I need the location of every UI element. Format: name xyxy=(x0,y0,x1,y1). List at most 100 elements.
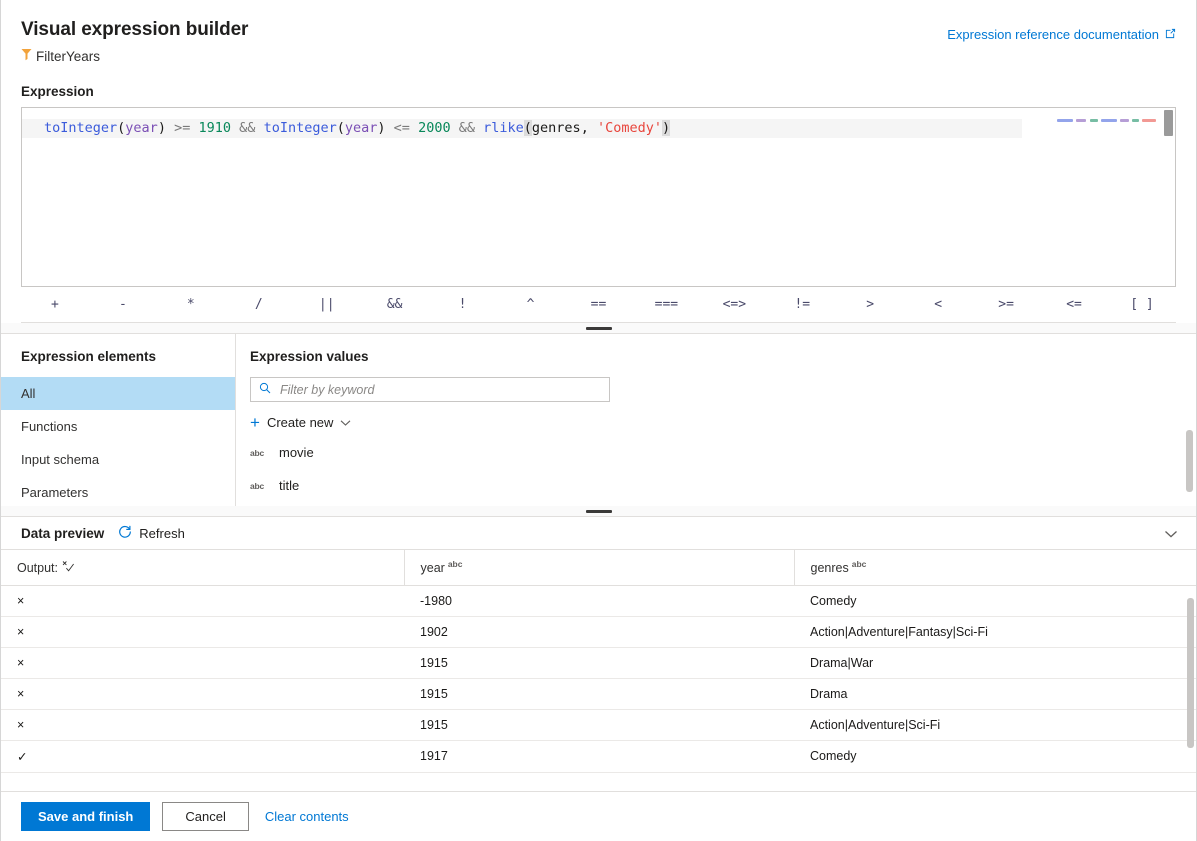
expression-code-line[interactable]: toInteger(year) >= 1910 && toInteger(yea… xyxy=(22,119,1175,138)
expression-element-functions[interactable]: Functions xyxy=(1,410,235,443)
code-token: ) xyxy=(662,120,670,136)
expression-element-input-schema[interactable]: Input schema xyxy=(1,443,235,476)
operator-button[interactable]: <=> xyxy=(700,290,768,320)
refresh-label: Refresh xyxy=(139,526,185,541)
plus-icon: + xyxy=(250,416,260,429)
expression-reference-documentation-link[interactable]: Expression reference documentation xyxy=(947,27,1176,42)
transform-subtitle: FilterYears xyxy=(21,48,1176,64)
operator-button[interactable]: + xyxy=(21,290,89,320)
save-and-finish-button[interactable]: Save and finish xyxy=(21,802,150,831)
collapse-data-preview-chevron-down-icon[interactable] xyxy=(1164,526,1178,544)
table-header-row: Output: yearabcgenresabc xyxy=(1,550,1196,585)
values-scrollbar[interactable] xyxy=(1186,430,1193,492)
cell-year: 1902 xyxy=(404,616,794,647)
expression-editor[interactable]: toInteger(year) >= 1910 && toInteger(yea… xyxy=(21,107,1176,287)
operator-toolbar: +-*/||&&!^=====<=>!=><>=<=[ ] xyxy=(21,287,1176,323)
expression-value-item[interactable]: abctitle xyxy=(236,469,1196,502)
filter-funnel-icon xyxy=(21,48,32,64)
table-column-header[interactable]: genresabc xyxy=(794,550,1196,585)
cell-year: -1980 xyxy=(404,585,794,616)
table-scrollbar[interactable] xyxy=(1187,598,1194,748)
code-token: 1910 xyxy=(199,120,232,136)
expression-values-title: Expression values xyxy=(236,334,1196,377)
column-label: genres xyxy=(811,561,849,575)
column-label: Output: xyxy=(17,561,58,575)
cell-year: 1915 xyxy=(404,678,794,709)
chevron-down-icon xyxy=(340,415,351,430)
operator-button[interactable]: == xyxy=(565,290,633,320)
code-token xyxy=(589,120,597,136)
elements-values-region: Expression elements AllFunctionsInput sc… xyxy=(1,334,1196,506)
operator-button[interactable]: != xyxy=(768,290,836,320)
table-row[interactable]: ×1915Action|Adventure|Sci-Fi xyxy=(1,709,1196,740)
operator-button[interactable]: && xyxy=(361,290,429,320)
operator-button[interactable]: === xyxy=(632,290,700,320)
data-preview-table-wrap: Output:yearabcgenresabc ×-1980Comedy×190… xyxy=(1,550,1196,791)
splitter-grip xyxy=(586,510,612,513)
operator-button[interactable]: < xyxy=(904,290,972,320)
visual-expression-builder-dialog: Visual expression builder FilterYears Ex… xyxy=(0,0,1197,841)
cell-genres: Action|Adventure|Fantasy|Sci-Fi xyxy=(794,616,1196,647)
table-row[interactable]: ×1915Drama xyxy=(1,678,1196,709)
expression-element-parameters[interactable]: Parameters xyxy=(1,476,235,506)
table-row[interactable]: ×1902Action|Adventure|Fantasy|Sci-Fi xyxy=(1,616,1196,647)
value-label: movie xyxy=(279,445,314,460)
expression-elements-title: Expression elements xyxy=(1,334,235,377)
operator-button[interactable]: [ ] xyxy=(1108,290,1176,320)
table-column-header[interactable]: Output: xyxy=(1,550,404,585)
editor-minimap[interactable] xyxy=(1057,116,1157,126)
operator-button[interactable]: > xyxy=(836,290,904,320)
code-token xyxy=(190,120,198,136)
code-token: ( xyxy=(337,120,345,136)
code-token: genres xyxy=(532,120,581,136)
cell-output-mark: × xyxy=(1,585,404,616)
operator-button[interactable]: / xyxy=(225,290,293,320)
value-label: title xyxy=(279,478,299,493)
cancel-button[interactable]: Cancel xyxy=(162,802,248,831)
cell-genres: Comedy xyxy=(794,740,1196,772)
operator-button[interactable]: - xyxy=(89,290,157,320)
table-column-header[interactable]: yearabc xyxy=(404,550,794,585)
value-type-icon: abc xyxy=(250,448,266,458)
expression-values-pane: Expression values + Create new abcmoviea… xyxy=(236,334,1196,506)
code-token: ) xyxy=(158,120,166,136)
table-row[interactable]: ×-1980Comedy xyxy=(1,585,1196,616)
operator-button[interactable]: <= xyxy=(1040,290,1108,320)
code-token xyxy=(475,120,483,136)
clear-contents-link[interactable]: Clear contents xyxy=(265,809,349,824)
operator-button[interactable]: >= xyxy=(972,290,1040,320)
create-new-button[interactable]: + Create new xyxy=(250,415,351,430)
operator-button[interactable]: * xyxy=(157,290,225,320)
refresh-button[interactable]: Refresh xyxy=(118,525,185,542)
external-link-icon xyxy=(1165,27,1176,42)
code-token xyxy=(255,120,263,136)
splitter-expression-elements[interactable] xyxy=(1,323,1196,334)
cell-output-mark: × xyxy=(1,709,404,740)
expression-label: Expression xyxy=(1,84,1196,99)
filter-keyword-box[interactable] xyxy=(250,377,610,402)
code-token xyxy=(231,120,239,136)
create-new-label: Create new xyxy=(267,415,333,430)
splitter-grip xyxy=(586,327,612,330)
cell-genres: Drama xyxy=(794,678,1196,709)
cell-genres: Drama|War xyxy=(794,647,1196,678)
editor-vertical-scrollbar[interactable] xyxy=(1161,108,1175,286)
data-preview-header: Data preview Refresh xyxy=(1,517,1196,550)
operator-button[interactable]: ! xyxy=(429,290,497,320)
code-token xyxy=(386,120,394,136)
editor-scrollbar-thumb[interactable] xyxy=(1164,110,1173,136)
operator-button[interactable]: || xyxy=(293,290,361,320)
refresh-icon xyxy=(118,525,132,542)
operator-button[interactable]: ^ xyxy=(497,290,565,320)
expression-element-all[interactable]: All xyxy=(1,377,235,410)
table-row[interactable]: ✓1917Comedy xyxy=(1,740,1196,772)
data-preview-title: Data preview xyxy=(21,526,104,541)
code-token: toInteger xyxy=(44,120,117,136)
table-row[interactable]: ×1915Drama|War xyxy=(1,647,1196,678)
code-token: ( xyxy=(524,120,532,136)
cell-year: 1915 xyxy=(404,647,794,678)
splitter-data-preview[interactable] xyxy=(1,506,1196,517)
expression-value-item[interactable]: abc movie xyxy=(236,436,1196,469)
code-token: && xyxy=(239,120,255,136)
filter-keyword-input[interactable] xyxy=(278,382,601,398)
